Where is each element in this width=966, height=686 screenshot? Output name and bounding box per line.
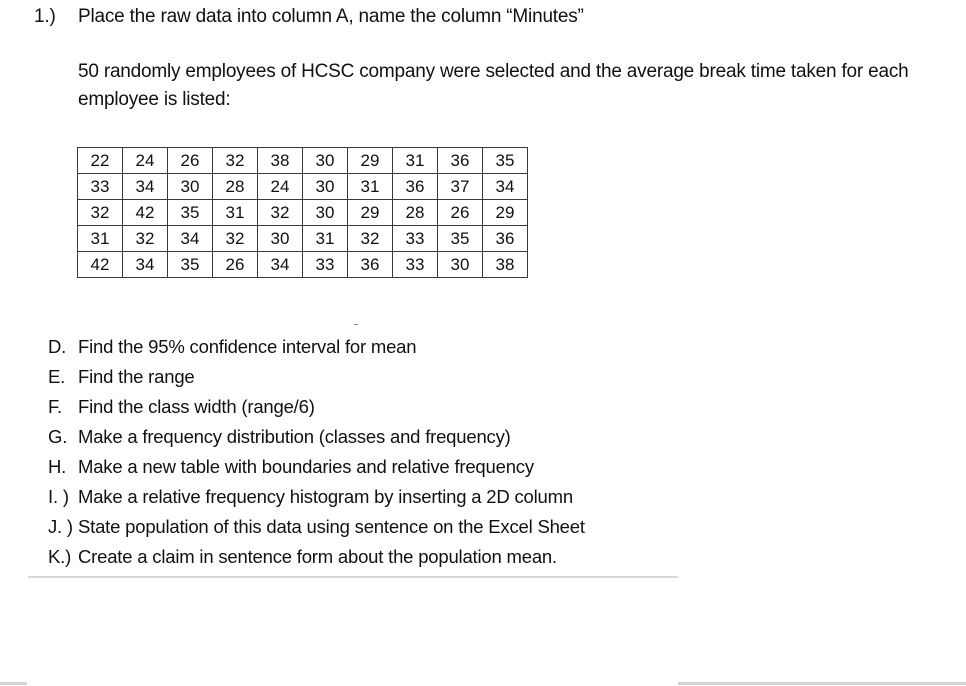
table-cell: 34 — [122, 251, 168, 278]
task-item: F. Find the class width (range/6) — [48, 396, 315, 417]
table-cell: 29 — [347, 199, 393, 226]
task-item: I. ) Make a relative frequency histogram … — [48, 486, 573, 507]
table-row: 32 42 35 31 32 30 29 28 26 29 — [77, 199, 528, 226]
question-heading: 1.) Place the raw data into column A, nam… — [34, 6, 584, 28]
table-cell: 30 — [257, 225, 303, 252]
table-cell: 33 — [77, 173, 123, 200]
table-cell: 37 — [437, 173, 483, 200]
table-cell: 31 — [392, 147, 438, 174]
table-row: 22 24 26 32 38 30 29 31 36 35 — [77, 147, 528, 174]
task-item: G. Make a frequency distribution (classes… — [48, 426, 511, 447]
table-cell: 30 — [167, 173, 213, 200]
table-cell: 42 — [122, 199, 168, 226]
table-cell: 28 — [212, 173, 258, 200]
table-row: 42 34 35 26 34 33 36 33 30 38 — [77, 251, 528, 278]
question-number: 1.) — [34, 6, 56, 27]
table-cell: 33 — [392, 251, 438, 278]
table-cell: 29 — [347, 147, 393, 174]
table-cell: 34 — [257, 251, 303, 278]
table-cell: 33 — [392, 225, 438, 252]
table-cell: 33 — [302, 251, 348, 278]
table-cell: 32 — [347, 225, 393, 252]
divider-line — [678, 682, 966, 685]
table-cell: 32 — [257, 199, 303, 226]
task-item: H. Make a new table with boundaries and r… — [48, 456, 534, 477]
task-list: D. Find the 95% confidence interval for m… — [48, 332, 585, 572]
raw-data-table: 22 24 26 32 38 30 29 31 36 35 33 34 30 28 24 30 31 36 37 34… — [77, 147, 528, 278]
table-row: 33 34 30 28 24 30 31 36 37 34 — [77, 173, 528, 200]
table-cell: 32 — [77, 199, 123, 226]
table-cell: 26 — [167, 147, 213, 174]
table-cell: 35 — [482, 147, 528, 174]
table-cell: 31 — [212, 199, 258, 226]
table-cell: 36 — [347, 251, 393, 278]
table-cell: 31 — [77, 225, 123, 252]
table-cell: 32 — [212, 147, 258, 174]
divider-line — [0, 682, 27, 685]
table-cell: 28 — [392, 199, 438, 226]
table-cell: 24 — [122, 147, 168, 174]
divider-line — [28, 576, 678, 578]
table-cell: 30 — [302, 147, 348, 174]
table-cell: 24 — [257, 173, 303, 200]
table-cell: 42 — [77, 251, 123, 278]
table-cell: 38 — [482, 251, 528, 278]
table-cell: 30 — [437, 251, 483, 278]
table-cell: 38 — [257, 147, 303, 174]
table-cell: 35 — [167, 251, 213, 278]
stray-mark — [354, 324, 358, 325]
table-cell: 31 — [347, 173, 393, 200]
table-cell: 34 — [167, 225, 213, 252]
table-cell: 26 — [212, 251, 258, 278]
table-cell: 22 — [77, 147, 123, 174]
task-item: J. ) State population of this data using … — [48, 516, 585, 537]
table-cell: 35 — [167, 199, 213, 226]
table-cell: 30 — [302, 173, 348, 200]
table-cell: 30 — [302, 199, 348, 226]
table-cell: 36 — [482, 225, 528, 252]
table-cell: 31 — [302, 225, 348, 252]
intro-paragraph: 50 randomly employees of HCSC company we… — [78, 61, 909, 110]
table-cell: 36 — [392, 173, 438, 200]
table-cell: 29 — [482, 199, 528, 226]
table-cell: 34 — [482, 173, 528, 200]
table-cell: 32 — [212, 225, 258, 252]
task-item: D. Find the 95% confidence interval for m… — [48, 336, 417, 357]
table-cell: 34 — [122, 173, 168, 200]
table-cell: 35 — [437, 225, 483, 252]
table-cell: 36 — [437, 147, 483, 174]
table-cell: 32 — [122, 225, 168, 252]
task-item: K.) Create a claim in sentence form about… — [48, 546, 557, 567]
table-cell: 26 — [437, 199, 483, 226]
question-title: Place the raw data into column A, name t… — [78, 6, 584, 27]
task-item: E. Find the range — [48, 366, 195, 387]
table-row: 31 32 34 32 30 31 32 33 35 36 — [77, 225, 528, 252]
